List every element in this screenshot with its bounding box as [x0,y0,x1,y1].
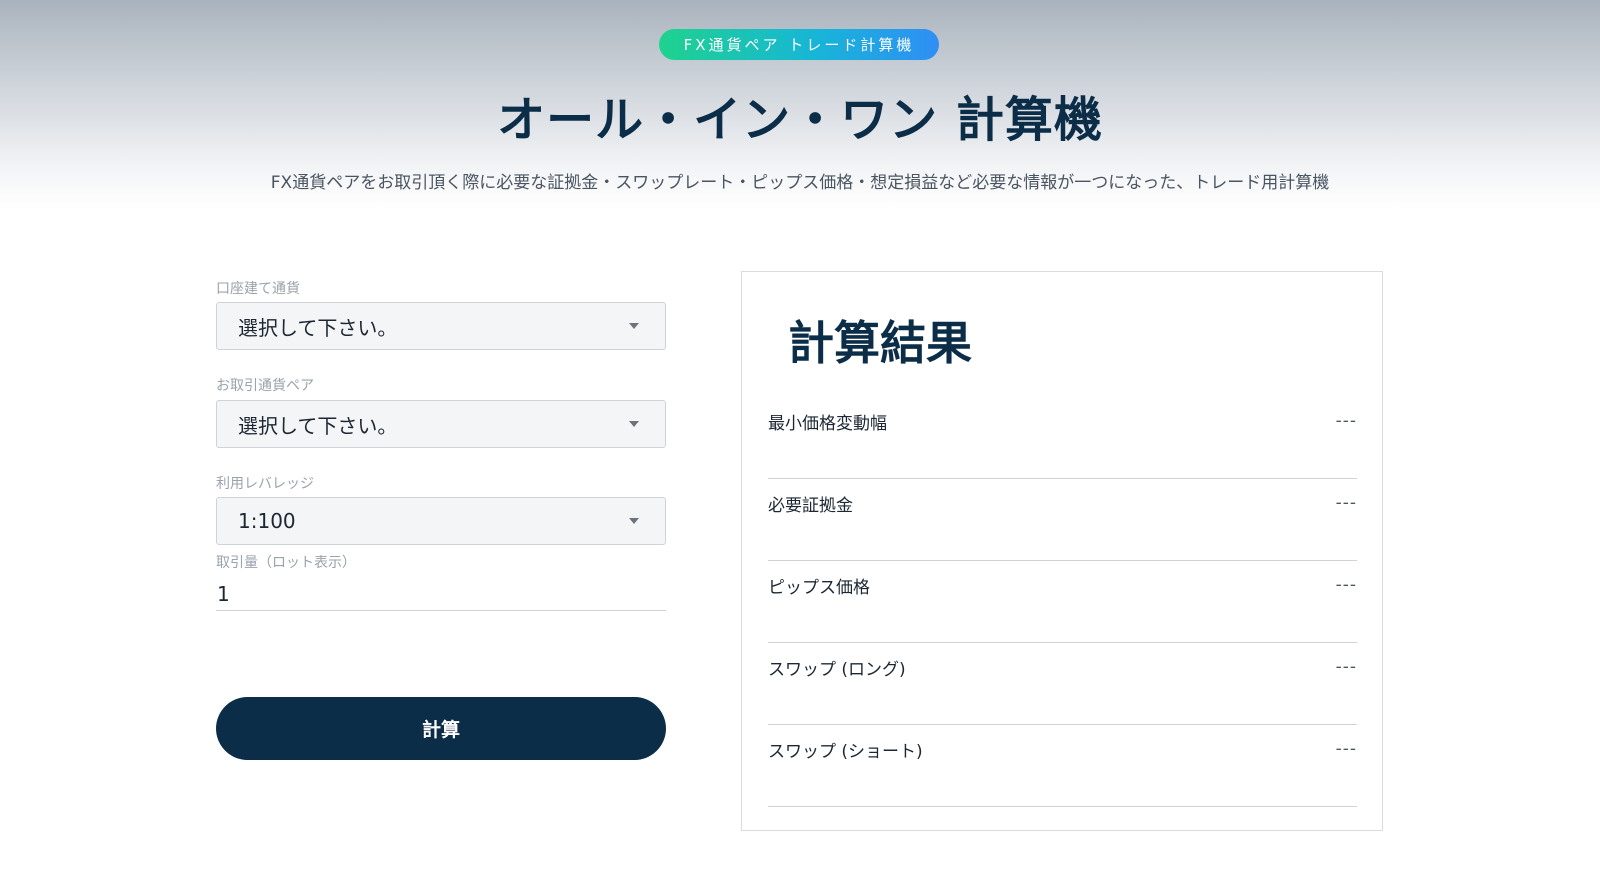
chevron-down-icon [629,323,639,329]
leverage-select[interactable]: 1:100 [216,497,666,545]
currency-pair-label: お取引通貨ペア [216,378,314,394]
result-value: --- [1335,657,1357,677]
result-label: 最小価格変動幅 [768,414,887,434]
category-badge: FX通貨ペア トレード計算機 [659,29,939,60]
result-row-swap-short: スワップ (ショート) --- [768,725,1357,807]
result-label: スワップ (ショート) [768,742,923,762]
chevron-down-icon [629,421,639,427]
result-label: スワップ (ロング) [768,660,906,680]
chevron-down-icon [629,518,639,524]
account-currency-label: 口座建て通貨 [216,281,300,297]
result-value: --- [1335,411,1357,431]
result-panel: 計算結果 最小価格変動幅 --- 必要証拠金 --- ピップス価格 --- スワ… [741,271,1383,831]
account-currency-value: 選択して下さい。 [238,315,398,340]
result-row-min-tick: 最小価格変動幅 --- [768,397,1357,479]
result-label: 必要証拠金 [768,496,853,516]
result-value: --- [1335,575,1357,595]
lot-input[interactable] [216,578,666,611]
calculate-button[interactable]: 計算 [216,697,666,760]
leverage-label: 利用レバレッジ [216,476,314,492]
result-value: --- [1335,493,1357,513]
result-row-pip-value: ピップス価格 --- [768,561,1357,643]
page-description: FX通貨ペアをお取引頂く際に必要な証拠金・スワップレート・ピップス価格・想定損益… [270,173,1330,193]
result-row-margin: 必要証拠金 --- [768,479,1357,561]
lot-label: 取引量（ロット表示） [216,555,356,571]
result-title: 計算結果 [788,316,972,370]
currency-pair-value: 選択して下さい。 [238,413,398,438]
account-currency-select[interactable]: 選択して下さい。 [216,302,666,350]
leverage-value: 1:100 [238,509,296,533]
currency-pair-select[interactable]: 選択して下さい。 [216,400,666,448]
page-title: オール・イン・ワン 計算機 [497,92,1103,148]
result-row-swap-long: スワップ (ロング) --- [768,643,1357,725]
result-label: ピップス価格 [768,578,870,598]
result-value: --- [1335,739,1357,759]
